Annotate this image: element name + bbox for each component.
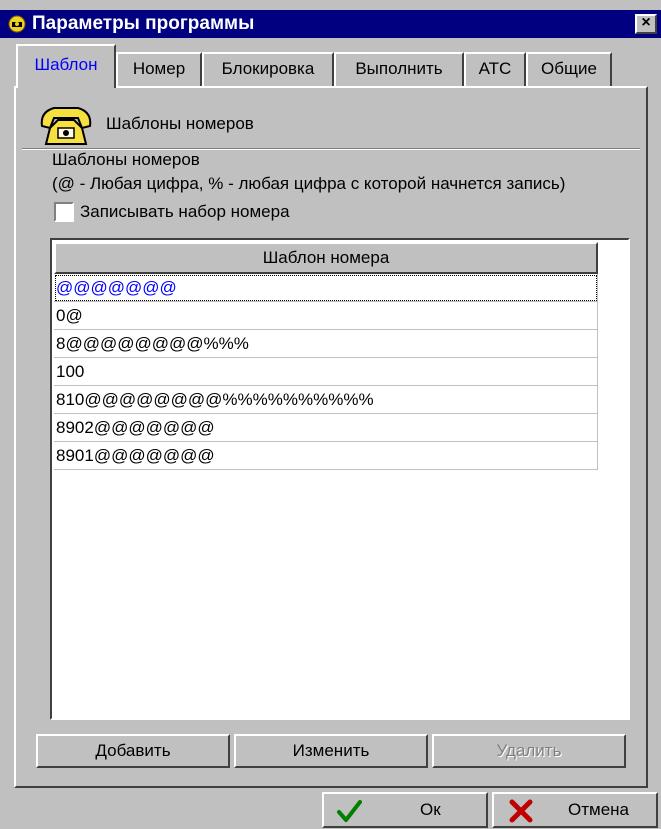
title-bar[interactable]: Параметры программы × bbox=[0, 10, 661, 38]
checkmark-icon bbox=[337, 800, 362, 822]
add-button[interactable]: Добавить bbox=[36, 734, 230, 768]
table-row[interactable]: 8901@@@@@@@ bbox=[54, 442, 598, 470]
window-title: Параметры программы bbox=[32, 13, 255, 34]
close-icon: × bbox=[641, 14, 651, 31]
section-hint: (@ - Любая цифра, % - любая цифра с кото… bbox=[52, 174, 566, 193]
section-title: Шаблоны номеров bbox=[52, 150, 200, 169]
telephone-icon bbox=[40, 107, 92, 145]
panel-header-text: Шаблоны номеров bbox=[106, 114, 254, 133]
app-icon bbox=[8, 15, 26, 33]
tab-execute[interactable]: Выполнить bbox=[334, 52, 464, 86]
tab-number[interactable]: Номер bbox=[116, 52, 202, 86]
tab-panel-template: Шаблоны номеров Шаблоны номеров (@ - Люб… bbox=[14, 86, 648, 788]
ok-label: Ок bbox=[420, 800, 441, 819]
cross-icon bbox=[509, 799, 533, 823]
ok-button[interactable]: Ок bbox=[322, 792, 488, 828]
tab-general[interactable]: Общие bbox=[526, 52, 612, 86]
table-row[interactable]: 100 bbox=[54, 358, 598, 386]
table-row[interactable]: @@@@@@@ bbox=[54, 274, 598, 302]
settings-dialog: Параметры программы × Шаблон Номер Блоки… bbox=[0, 0, 661, 829]
tab-template[interactable]: Шаблон bbox=[16, 44, 116, 88]
cancel-label: Отмена bbox=[568, 800, 629, 819]
edit-button[interactable]: Изменить bbox=[234, 734, 428, 768]
delete-button[interactable]: Удалить bbox=[432, 734, 626, 768]
record-dialing-label[interactable]: Записывать набор номера bbox=[80, 202, 290, 222]
tab-ats[interactable]: АТС bbox=[464, 52, 526, 86]
close-button[interactable]: × bbox=[635, 14, 657, 34]
table-row[interactable]: 8@@@@@@@@%%% bbox=[54, 330, 598, 358]
record-dialing-checkbox[interactable] bbox=[54, 202, 74, 222]
templates-grid[interactable]: Шаблон номера @@@@@@@ 0@ 8@@@@@@@@%%% 10… bbox=[50, 238, 630, 720]
tab-blocking[interactable]: Блокировка bbox=[202, 52, 334, 86]
column-header-template[interactable]: Шаблон номера bbox=[54, 242, 598, 274]
table-row[interactable]: 8902@@@@@@@ bbox=[54, 414, 598, 442]
table-row[interactable]: 810@@@@@@@@%%%%%%%%%% bbox=[54, 386, 598, 414]
cancel-button[interactable]: Отмена bbox=[492, 792, 658, 828]
table-row[interactable]: 0@ bbox=[54, 302, 598, 330]
